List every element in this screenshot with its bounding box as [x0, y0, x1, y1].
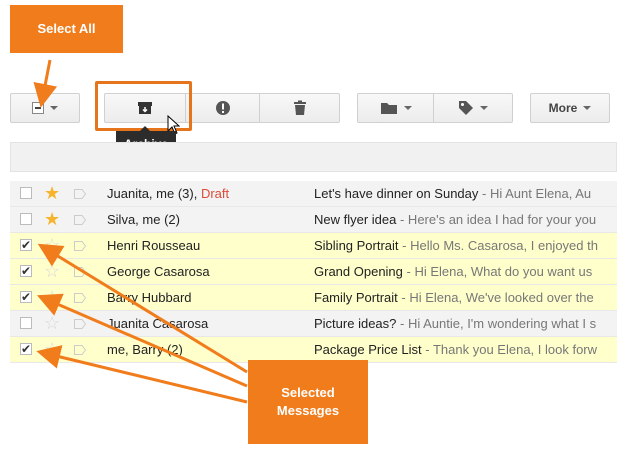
- selected-callout-line2: Messages: [276, 403, 340, 418]
- selected-arrow-2: [36, 293, 248, 388]
- selected-arrow-3: [36, 345, 248, 404]
- selected-arrow-1: [37, 243, 248, 374]
- selected-messages-callout: Selected Messages: [248, 360, 368, 444]
- select-all-arrow: [33, 59, 58, 108]
- selected-callout-line1: Selected: [281, 385, 335, 400]
